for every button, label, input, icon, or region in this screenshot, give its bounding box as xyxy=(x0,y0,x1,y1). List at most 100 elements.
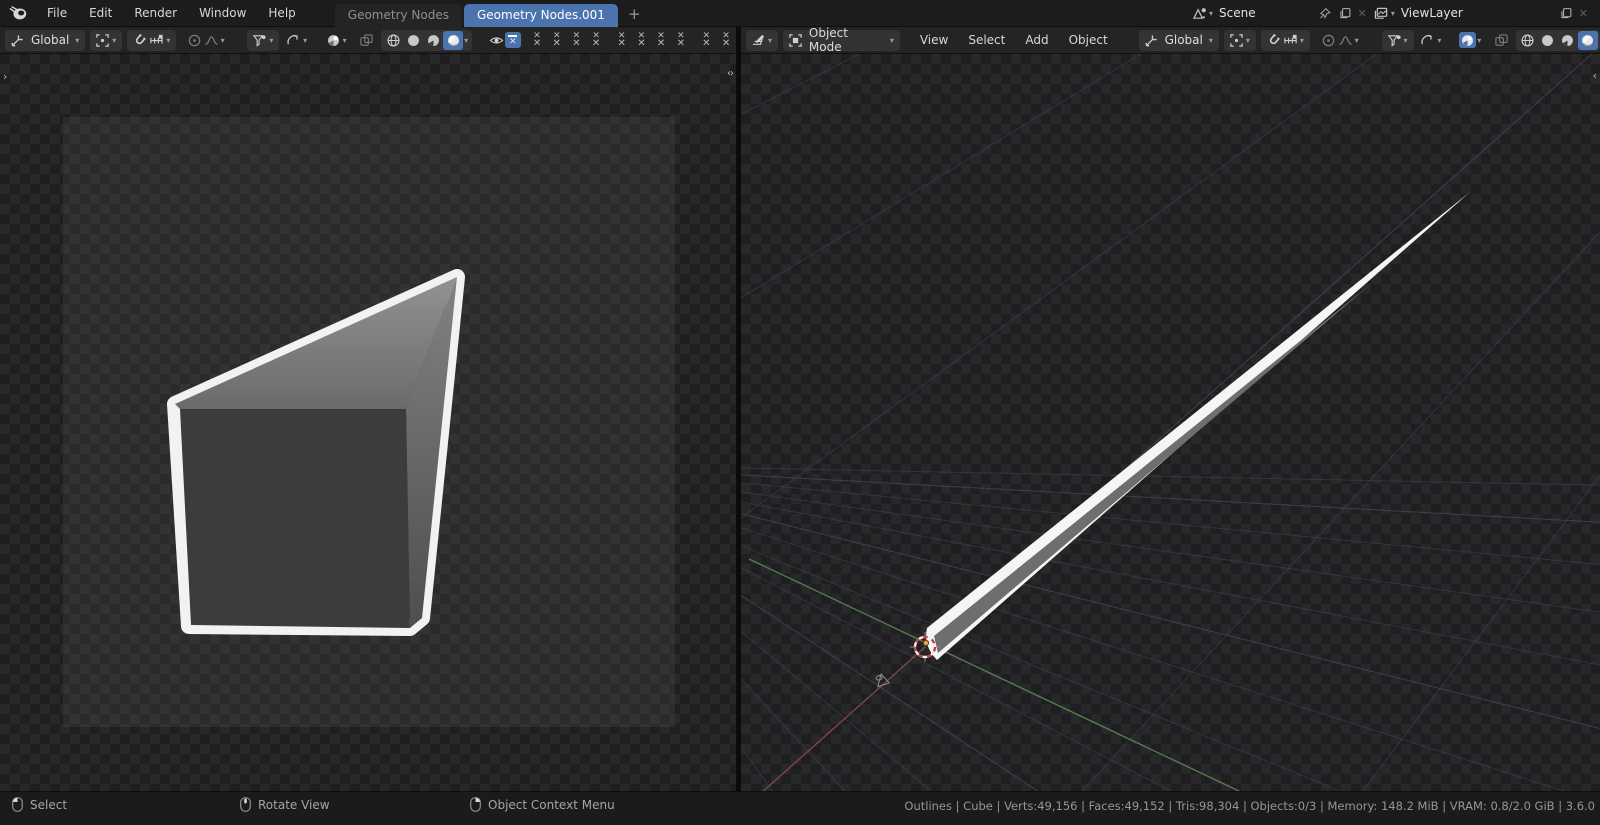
matcap-sphere-icon[interactable] xyxy=(325,32,342,48)
chevron-down-icon: ▾ xyxy=(342,36,347,45)
x-glyph-icon[interactable] xyxy=(586,29,606,51)
x-glyph-icon[interactable] xyxy=(547,29,567,51)
pivot-point-dropdown[interactable]: ▾ xyxy=(1223,29,1256,51)
chevron-down-icon: ▾ xyxy=(166,36,171,45)
xray-toggle-icon[interactable] xyxy=(358,32,375,48)
pivot-point-icon xyxy=(1228,32,1245,48)
object-origin-dot[interactable] xyxy=(922,639,930,647)
blender-logo-icon[interactable] xyxy=(8,5,28,21)
tab-geometry-nodes-001[interactable]: Geometry Nodes.001 xyxy=(464,3,618,27)
proportional-editing-icon[interactable] xyxy=(186,32,203,48)
pin-icon[interactable] xyxy=(1318,7,1332,20)
chevron-down-icon: ▾ xyxy=(1390,9,1395,18)
snapping-group: ▾ xyxy=(1260,29,1310,51)
shading-mode-group xyxy=(1515,29,1600,51)
chevron-down-icon: ▾ xyxy=(1245,36,1250,45)
editor-resize-handle[interactable]: ‹› xyxy=(727,68,734,79)
show-gizmos-dropdown[interactable]: ▾ xyxy=(247,29,280,51)
chevron-down-icon: ▾ xyxy=(889,36,894,45)
x-glyph-icon[interactable] xyxy=(567,29,587,51)
shading-solid-icon[interactable] xyxy=(403,32,423,48)
chevron-down-icon: ▾ xyxy=(464,36,469,45)
x-glyph-icon[interactable] xyxy=(527,29,547,51)
remove-viewlayer-icon[interactable]: ✕ xyxy=(1573,7,1594,20)
snap-settings-icon[interactable] xyxy=(148,32,165,48)
matcap-sphere-icon[interactable] xyxy=(1459,32,1477,48)
shading-rendered-icon[interactable] xyxy=(443,30,464,50)
menu-edit[interactable]: Edit xyxy=(78,0,123,26)
hint-rotate-view: Rotate View xyxy=(240,797,330,812)
x-glyph-icon[interactable] xyxy=(612,29,632,51)
mouse-left-icon xyxy=(12,797,23,812)
shading-wireframe-icon[interactable] xyxy=(1518,32,1538,48)
shading-material-icon[interactable] xyxy=(423,32,443,48)
x-glyph-icon[interactable] xyxy=(671,29,691,51)
menu-select[interactable]: Select xyxy=(958,33,1015,47)
minus-x-toggle-icon[interactable]: ✕ xyxy=(504,32,522,48)
xray-toggle-icon[interactable] xyxy=(1493,32,1510,48)
toolbar-expand-arrow[interactable]: › xyxy=(3,71,7,82)
x-glyph-icon[interactable] xyxy=(632,29,652,51)
left-viewport-header: Global ▾ ▾ ▾ ▾ ▾ ▾ ▾ ▾ ✕ ✕ ✕ ✕ ✕ ✕ ✕ ✕ ✕… xyxy=(0,27,736,54)
snapping-group: ▾ xyxy=(127,29,177,51)
menu-window[interactable]: Window xyxy=(188,0,257,26)
menu-help[interactable]: Help xyxy=(257,0,306,26)
viewlayer-name: ViewLayer xyxy=(1400,6,1463,20)
magnet-icon[interactable] xyxy=(1265,32,1282,48)
falloff-curve-icon[interactable] xyxy=(1337,32,1354,48)
show-overlays-icon[interactable] xyxy=(285,32,302,48)
orientation-label: Global xyxy=(31,33,70,47)
magnet-icon[interactable] xyxy=(131,32,148,48)
transform-orientation-dropdown[interactable]: Global ▾ xyxy=(5,29,86,51)
show-overlays-icon[interactable] xyxy=(1420,32,1437,48)
unlink-scene-icon[interactable]: ✕ xyxy=(1352,7,1373,20)
eye-icon[interactable] xyxy=(488,32,505,48)
menu-add[interactable]: Add xyxy=(1015,33,1058,47)
viewlayer-selector[interactable]: ▾ ViewLayer xyxy=(1373,2,1471,24)
shading-material-icon[interactable] xyxy=(1558,32,1578,48)
scene-selector[interactable]: ▾ Scene xyxy=(1191,2,1264,24)
right-viewport-header: ▾ Object Mode ▾ View Select Add Object G… xyxy=(741,27,1600,54)
x-glyph-icon[interactable] xyxy=(697,29,717,51)
x-glyph-icon[interactable] xyxy=(716,29,736,51)
pivot-point-icon xyxy=(94,32,111,48)
left-3d-viewport[interactable]: › xyxy=(0,54,736,791)
menu-object[interactable]: Object xyxy=(1059,33,1118,47)
right-3d-viewport[interactable]: ‹ xyxy=(741,54,1600,791)
editor-type-dropdown[interactable]: ▾ xyxy=(746,29,779,51)
cube-front-face xyxy=(180,409,410,628)
shading-rendered-icon[interactable] xyxy=(1577,30,1598,50)
sidebar-expand-arrow[interactable]: ‹ xyxy=(1593,70,1597,81)
mode-dropdown[interactable]: Object Mode ▾ xyxy=(783,27,900,53)
chevron-down-icon: ▾ xyxy=(220,36,225,45)
transform-orientation-dropdown[interactable]: Global ▾ xyxy=(1138,29,1219,51)
add-workspace-button[interactable]: + xyxy=(620,1,649,27)
shading-solid-icon[interactable] xyxy=(1538,32,1558,48)
falloff-curve-icon[interactable] xyxy=(203,32,220,48)
scene-viewlayer-widgets: ▾ Scene ✕ ▾ ViewLayer ✕ xyxy=(1191,0,1600,27)
shading-wireframe-icon[interactable] xyxy=(383,32,403,48)
x-glyph-icon[interactable] xyxy=(651,29,671,51)
proportional-editing-icon[interactable] xyxy=(1320,32,1337,48)
menu-file[interactable]: File xyxy=(36,0,78,26)
hint-label: Rotate View xyxy=(258,797,330,812)
pivot-point-dropdown[interactable]: ▾ xyxy=(90,29,123,51)
orientation-label: Global xyxy=(1164,33,1203,47)
scene-name: Scene xyxy=(1219,6,1256,20)
chevron-down-icon: ▾ xyxy=(1354,36,1359,45)
shading-mode-group: ▾ xyxy=(381,29,473,51)
tab-geometry-nodes[interactable]: Geometry Nodes xyxy=(334,3,462,27)
hint-label: Select xyxy=(30,797,68,812)
copy-viewlayer-icon[interactable] xyxy=(1559,7,1573,20)
chevron-down-icon: ▾ xyxy=(75,36,80,45)
menu-render[interactable]: Render xyxy=(123,0,188,26)
copy-scene-icon[interactable] xyxy=(1338,7,1352,20)
hint-label: Object Context Menu xyxy=(488,797,615,812)
viewlayer-icon xyxy=(1374,7,1388,19)
chevron-down-icon: ▾ xyxy=(1208,36,1213,45)
menu-view[interactable]: View xyxy=(910,33,958,47)
status-bar: Select Rotate View Object Context Menu O… xyxy=(0,791,1600,825)
snap-settings-icon[interactable] xyxy=(1282,32,1299,48)
chevron-down-icon: ▾ xyxy=(303,36,308,45)
show-gizmos-dropdown[interactable]: ▾ xyxy=(1381,29,1414,51)
